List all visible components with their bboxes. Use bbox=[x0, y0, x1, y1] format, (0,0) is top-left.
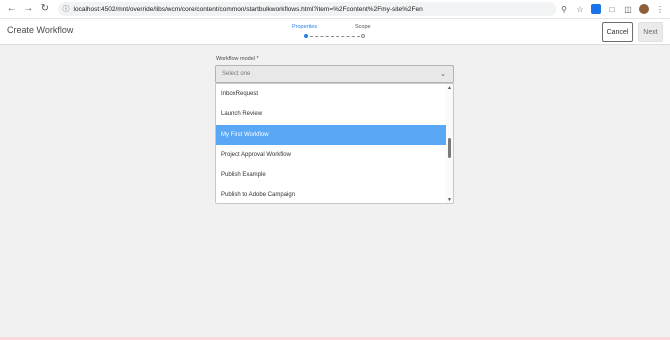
reload-icon[interactable]: ↻ bbox=[38, 2, 52, 16]
option-launch-review[interactable]: Launch Review bbox=[216, 104, 448, 124]
star-icon[interactable]: ☆ bbox=[572, 2, 588, 16]
option-publish-to-adobe-campaign[interactable]: Publish to Adobe Campaign bbox=[216, 185, 448, 203]
step-scope-label[interactable]: Scope bbox=[355, 24, 371, 30]
browser-toolbar: ← → ↻ ⓘ localhost:4502/mnt/override/libs… bbox=[0, 0, 670, 19]
page-title: Create Workflow bbox=[7, 25, 74, 35]
address-bar[interactable]: ⓘ localhost:4502/mnt/override/libs/wcm/c… bbox=[57, 2, 556, 16]
workflow-model-select[interactable]: Select one ⌄ bbox=[215, 65, 454, 83]
forward-icon[interactable]: → bbox=[22, 2, 36, 16]
wizard-stepper: Properties Scope bbox=[290, 24, 386, 40]
dropdown-scrollbar[interactable]: ▲ ▼ bbox=[446, 84, 453, 203]
option-inbox-request[interactable]: InboxRequest bbox=[216, 84, 448, 104]
option-project-approval-workflow[interactable]: Project Approval Workflow bbox=[216, 145, 448, 165]
step-properties-label[interactable]: Properties bbox=[292, 24, 317, 30]
extension-icon[interactable] bbox=[588, 2, 604, 16]
sidebar-icon[interactable]: ◫ bbox=[620, 2, 636, 16]
scroll-up-icon[interactable]: ▲ bbox=[447, 85, 452, 91]
scroll-down-icon[interactable]: ▼ bbox=[447, 197, 452, 203]
puzzle-icon[interactable]: □ bbox=[604, 2, 620, 16]
step-properties-dot bbox=[304, 34, 308, 38]
zoom-icon[interactable]: ⚲ bbox=[556, 2, 572, 16]
select-placeholder: Select one bbox=[222, 71, 251, 77]
site-info-icon[interactable]: ⓘ bbox=[63, 4, 70, 14]
workflow-model-label: Workflow model * bbox=[216, 56, 259, 62]
app-header: Create Workflow Properties Scope Cancel … bbox=[0, 19, 670, 45]
workflow-model-dropdown: InboxRequest Launch Review My First Work… bbox=[215, 83, 454, 204]
step-scope-dot bbox=[361, 34, 365, 38]
option-publish-example[interactable]: Publish Example bbox=[216, 165, 448, 185]
scroll-thumb[interactable] bbox=[448, 138, 451, 158]
chevron-down-icon: ⌄ bbox=[440, 71, 446, 78]
profile-avatar[interactable] bbox=[636, 2, 652, 16]
browser-actions: ⚲ ☆ □ ◫ ⋮ bbox=[556, 2, 668, 16]
cancel-button[interactable]: Cancel bbox=[602, 22, 633, 42]
next-button[interactable]: Next bbox=[638, 22, 663, 42]
step-connector bbox=[310, 35, 360, 37]
url-text: localhost:4502/mnt/override/libs/wcm/cor… bbox=[73, 5, 423, 13]
menu-icon[interactable]: ⋮ bbox=[652, 2, 668, 16]
option-my-first-workflow[interactable]: My First Workflow bbox=[216, 125, 448, 145]
back-icon[interactable]: ← bbox=[5, 2, 19, 16]
